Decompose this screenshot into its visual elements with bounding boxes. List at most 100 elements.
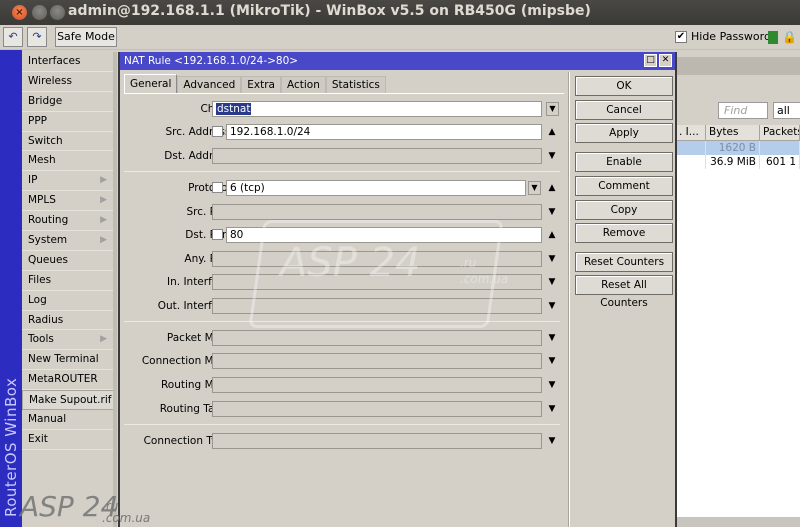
src-address-negate-checkbox[interactable] [212,126,223,137]
sidebar-item-manual[interactable]: Manual [22,410,117,430]
hide-passwords-label: Hide Passwords [691,30,777,43]
routing-mark-input[interactable] [212,377,542,393]
packet-mark-input[interactable] [212,330,542,346]
sidebar-item-switch[interactable]: Switch [22,132,117,152]
tab-general[interactable]: General [124,74,178,93]
sidebar-menu: Interfaces Wireless Bridge PPP Switch Me… [22,52,117,527]
table-row[interactable]: 36.9 MiB 601 1 [676,155,800,169]
dialog-titlebar: NAT Rule <192.168.1.0/24->80> □ ✕ [120,52,675,70]
collapse-up-icon[interactable]: ▲ [546,180,558,196]
expand-down-icon[interactable]: ▼ [546,353,558,369]
window-titlebar: × admin@192.168.1.1 (MikroTik) - WinBox … [0,0,800,25]
sidebar-item-log[interactable]: Log [22,291,117,311]
filter-select[interactable]: all [773,102,800,119]
routing-table-input[interactable] [212,401,542,417]
sidebar-item-tools[interactable]: Tools ▶ [22,330,117,351]
expand-down-icon[interactable]: ▼ [546,377,558,393]
safe-mode-button[interactable]: Safe Mode [55,27,117,47]
sidebar-item-mesh[interactable]: Mesh [22,151,117,172]
column-header-bytes[interactable]: Bytes [706,125,760,140]
sidebar-item-radius[interactable]: Radius [22,311,117,331]
expand-down-icon[interactable]: ▼ [546,251,558,267]
expand-down-icon[interactable]: ▼ [546,401,558,417]
table-row[interactable]: 1620 B [676,141,800,155]
chain-dropdown-button[interactable]: ▼ [546,102,559,116]
dst-port-negate-checkbox[interactable] [212,229,223,240]
sidebar-item-mpls[interactable]: MPLS ▶ [22,191,117,212]
sidebar-item-system[interactable]: System ▶ [22,231,117,251]
expand-down-icon[interactable]: ▼ [546,204,558,220]
undo-icon: ↶ [8,30,18,43]
cancel-button[interactable]: Cancel [575,100,673,120]
sidebar-item-routing[interactable]: Routing ▶ [22,211,117,232]
comment-button[interactable]: Comment [575,176,673,196]
window-minimize-button[interactable] [32,5,47,20]
redo-icon: ↷ [32,30,42,43]
reset-all-counters-button[interactable]: Reset All Counters [575,275,673,309]
sidebar-item-label: Exit [28,432,48,445]
sidebar-item-wireless[interactable]: Wireless [22,72,117,92]
remove-button[interactable]: Remove [575,223,673,243]
undo-button[interactable]: ↶ [3,27,23,47]
hide-passwords-checkbox[interactable]: ✔ [675,30,687,43]
ok-button[interactable]: OK [575,76,673,96]
copy-button[interactable]: Copy [575,200,673,220]
window-close-button[interactable]: × [12,5,27,20]
find-input[interactable]: Find [718,102,768,119]
src-address-input[interactable]: 192.168.1.0/24 [226,124,542,140]
sidebar-item-label: Bridge [28,94,63,107]
submenu-arrow-icon: ▶ [100,235,107,246]
sidebar-item-interfaces[interactable]: Interfaces [22,52,117,72]
dst-address-input[interactable] [212,148,542,164]
sidebar-item-new-terminal[interactable]: New Terminal [22,350,117,371]
tab-advanced[interactable]: Advanced [177,76,242,93]
tab-extra[interactable]: Extra [241,76,281,93]
sidebar-item-files[interactable]: Files [22,271,117,291]
tab-action[interactable]: Action [280,76,326,93]
sidebar-scrollbar[interactable] [113,52,117,527]
enable-button[interactable]: Enable [575,152,673,172]
submenu-arrow-icon: ▶ [100,175,107,186]
horizontal-scrollbar[interactable] [676,517,800,527]
window-title: admin@192.168.1.1 (MikroTik) - WinBox v5… [68,3,591,19]
sidebar-item-ip[interactable]: IP ▶ [22,171,117,192]
reset-counters-button[interactable]: Reset Counters [575,252,673,272]
sidebar-item-ppp[interactable]: PPP [22,112,117,132]
apply-button[interactable]: Apply [575,123,673,143]
sidebar-item-queues[interactable]: Queues [22,251,117,271]
sidebar-item-bridge[interactable]: Bridge [22,92,117,112]
tab-statistics[interactable]: Statistics [325,76,386,93]
column-header[interactable]: . I... [676,125,706,140]
src-port-input[interactable] [212,204,542,220]
dialog-close-button[interactable]: ✕ [659,54,672,67]
sidebar-item-label: New Terminal [28,353,99,366]
redo-button[interactable]: ↷ [27,27,47,47]
expand-down-icon[interactable]: ▼ [546,274,558,290]
sidebar-item-label: Files [28,273,52,286]
protocol-dropdown-button[interactable]: ▼ [528,181,541,195]
collapse-up-icon[interactable]: ▲ [546,227,558,243]
sidebar-item-metarouter[interactable]: MetaROUTER [22,370,117,391]
chain-select[interactable]: dstnat [212,101,542,117]
collapse-up-icon[interactable]: ▲ [546,124,558,140]
window-maximize-button[interactable] [50,5,65,20]
column-header-packets[interactable]: Packets [760,125,800,140]
protocol-negate-checkbox[interactable] [212,182,223,193]
sidebar-item-make-supout[interactable]: Make Supout.rif [22,390,117,411]
field-dst-address: Dst. Address: ▼ [124,148,564,164]
sidebar-item-exit[interactable]: Exit [22,430,117,450]
table-cell-bytes: 36.9 MiB [706,155,760,169]
connection-mark-input[interactable] [212,353,542,369]
expand-down-icon[interactable]: ▼ [546,298,558,314]
table-cell [676,141,706,155]
dialog-maximize-button[interactable]: □ [644,54,657,67]
protocol-select[interactable]: 6 (tcp) [226,180,526,196]
sidebar-item-label: Radius [28,313,64,326]
table-header: . I... Bytes Packets [676,125,800,141]
connection-type-input[interactable] [212,433,542,449]
brand-vertical-text: RouterOS WinBox [2,377,20,517]
expand-down-icon[interactable]: ▼ [546,330,558,346]
hide-passwords-toggle[interactable]: ✔ Hide Passwords [675,30,777,43]
expand-down-icon[interactable]: ▼ [546,433,558,449]
expand-down-icon[interactable]: ▼ [546,148,558,164]
